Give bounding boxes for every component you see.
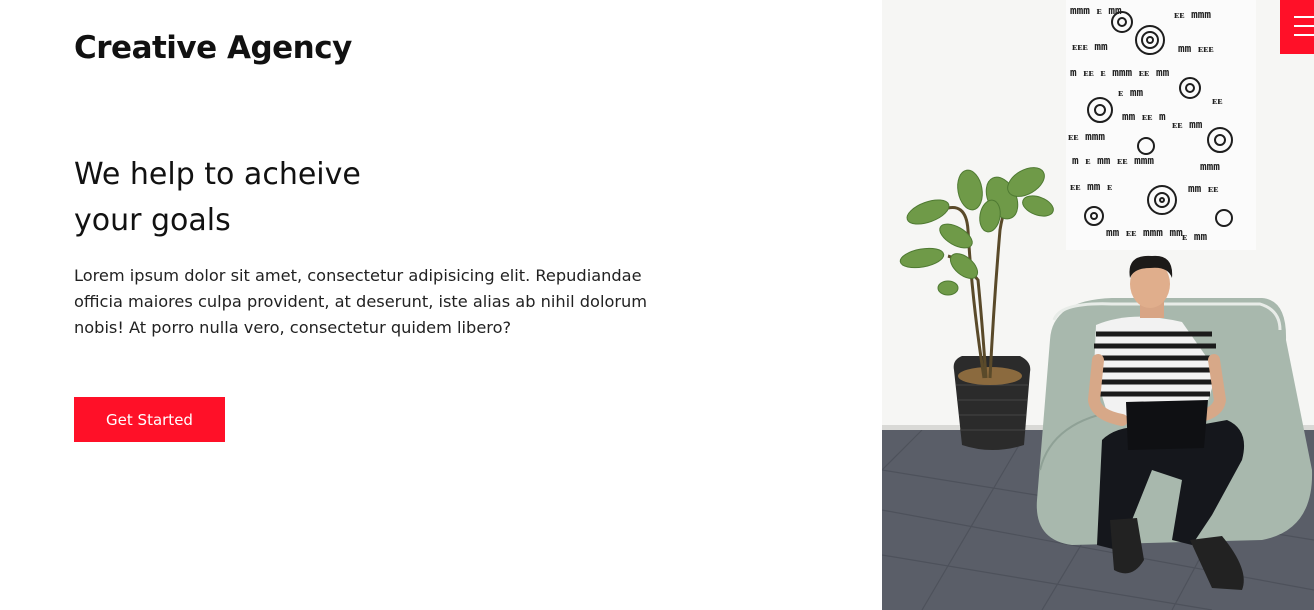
- hero-headline-line-2: your goals: [74, 203, 231, 238]
- svg-text:mm ᴇᴇ: mm ᴇᴇ: [1188, 182, 1218, 195]
- svg-text:m ᴇᴇ ᴇ mmm ᴇᴇ mm: m ᴇᴇ ᴇ mmm ᴇᴇ mm: [1070, 66, 1170, 79]
- svg-text:ᴇ mm: ᴇ mm: [1182, 230, 1208, 243]
- svg-text:ᴇᴇ mm: ᴇᴇ mm: [1172, 118, 1203, 131]
- svg-text:mmm ᴇ mm: mmm ᴇ mm: [1070, 4, 1122, 17]
- menu-button[interactable]: [1280, 0, 1314, 54]
- svg-text:mm ᴇᴇ mmm mm: mm ᴇᴇ mmm mm: [1106, 226, 1183, 239]
- brand-logo[interactable]: Creative Agency: [74, 28, 352, 68]
- hero-headline: We help to acheive your goals: [74, 152, 534, 244]
- hero-photo-illustration: mmm ᴇ mm ᴇᴇ mmm ᴇᴇᴇ mm mm ᴇᴇᴇ m ᴇᴇ ᴇ mmm…: [882, 0, 1314, 610]
- svg-text:mm ᴇᴇᴇ: mm ᴇᴇᴇ: [1178, 42, 1214, 55]
- hero-description: Lorem ipsum dolor sit amet, consectetur …: [74, 266, 648, 337]
- svg-text:ᴇ mm: ᴇ mm: [1118, 86, 1144, 99]
- svg-text:m ᴇ mm ᴇᴇ mmm: m ᴇ mm ᴇᴇ mmm: [1072, 154, 1154, 167]
- landing-page: Creative Agency We help to acheive your …: [0, 0, 1314, 610]
- hero-headline-line-1: We help to acheive: [74, 157, 361, 192]
- svg-text:mm ᴇᴇ m: mm ᴇᴇ m: [1122, 110, 1166, 123]
- svg-text:mmm: mmm: [1200, 160, 1220, 173]
- hamburger-menu-icon: [1294, 16, 1314, 18]
- hamburger-menu-icon-bar: [1294, 34, 1314, 36]
- hamburger-menu-icon-bar: [1294, 25, 1314, 27]
- svg-text:ᴇᴇ: ᴇᴇ: [1212, 94, 1223, 107]
- svg-text:ᴇᴇ mm ᴇ: ᴇᴇ mm ᴇ: [1070, 180, 1112, 193]
- svg-text:ᴇᴇ mmm: ᴇᴇ mmm: [1068, 130, 1105, 143]
- get-started-button[interactable]: Get Started: [74, 397, 225, 442]
- hero-image: mmm ᴇ mm ᴇᴇ mmm ᴇᴇᴇ mm mm ᴇᴇᴇ m ᴇᴇ ᴇ mmm…: [882, 0, 1314, 610]
- svg-text:ᴇᴇᴇ mm: ᴇᴇᴇ mm: [1072, 40, 1108, 53]
- svg-text:ᴇᴇ mmm: ᴇᴇ mmm: [1174, 8, 1211, 21]
